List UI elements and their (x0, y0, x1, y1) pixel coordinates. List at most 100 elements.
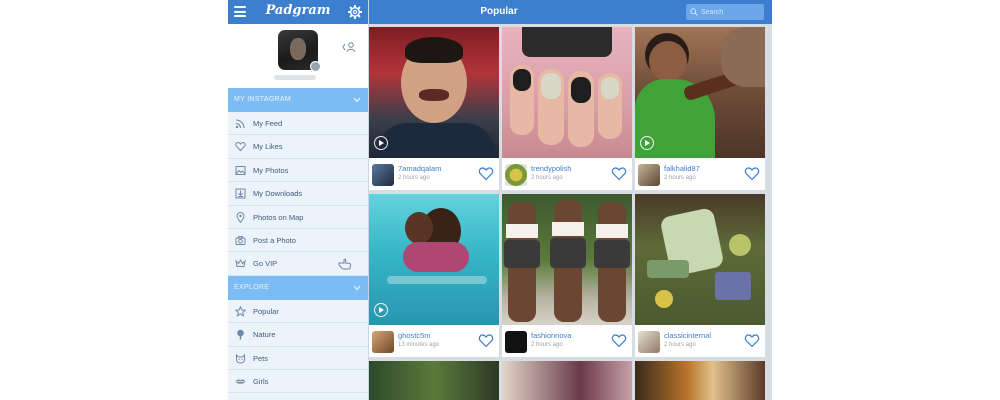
photo-thumbnail[interactable] (369, 27, 499, 158)
user-avatar[interactable] (505, 164, 527, 186)
cat-icon (236, 353, 245, 364)
sidebar-item-my-likes[interactable]: My Likes (228, 135, 368, 159)
star-icon (235, 305, 246, 317)
sidebar-item-label: Go VIP (253, 259, 278, 269)
photo-card (369, 361, 499, 400)
sidebar-item-go-vip[interactable]: Go VIP (228, 252, 368, 276)
post-time: 13 minutes ago (398, 342, 440, 348)
username-link[interactable]: ghostc5m (398, 331, 431, 340)
username-link[interactable]: fashionnova (531, 331, 571, 340)
post-meta: classicinternal 2 hours ago (635, 325, 765, 357)
user-avatar[interactable] (372, 164, 394, 186)
user-avatar[interactable] (372, 331, 394, 353)
section-header-my-instagram[interactable]: MY INSTAGRAM (228, 88, 368, 112)
search-input[interactable] (701, 4, 761, 20)
video-play-icon (374, 136, 388, 150)
photo-card: classicinternal 2 hours ago (635, 194, 765, 357)
sidebar-header: Padgram (228, 0, 368, 24)
gear-icon[interactable] (348, 5, 362, 19)
like-heart-icon[interactable] (478, 333, 494, 348)
user-avatar[interactable] (638, 164, 660, 186)
sidebar-item-my-downloads[interactable]: My Downloads (228, 182, 368, 206)
photo-thumbnail[interactable] (502, 361, 632, 400)
sidebar-item-my-photos[interactable]: My Photos (228, 159, 368, 183)
pointing-hand-icon (338, 258, 352, 270)
padgram-app: Padgram MY INSTAGRAM My Feed My Likes My… (228, 0, 772, 400)
search-icon (690, 8, 698, 16)
post-time: 2 hours ago (531, 175, 563, 181)
username-link[interactable]: falkhalid87 (664, 164, 700, 173)
like-heart-icon[interactable] (611, 166, 627, 181)
sidebar-item-label: Girls (253, 376, 269, 386)
like-heart-icon[interactable] (744, 333, 760, 348)
photo-card: ghostc5m 13 minutes ago (369, 194, 499, 357)
app-brand: Padgram (265, 3, 331, 18)
rss-icon (235, 119, 245, 129)
photo-card (635, 361, 765, 400)
video-play-icon (640, 136, 654, 150)
search-box[interactable] (686, 4, 764, 20)
username-link[interactable]: classicinternal (664, 331, 711, 340)
sidebar-item-my-feed[interactable]: My Feed (228, 112, 368, 136)
camera-icon (235, 236, 246, 245)
video-play-icon (374, 303, 388, 317)
section-header-explore[interactable]: EXPLORE (228, 275, 368, 300)
photo-card (502, 361, 632, 400)
post-time: 2 hours ago (398, 175, 430, 181)
photo-thumbnail[interactable] (635, 27, 765, 158)
like-heart-icon[interactable] (611, 333, 627, 348)
user-avatar[interactable] (638, 331, 660, 353)
photo-card: fashionnova 2 hours ago (502, 194, 632, 357)
main-content: Popular 7amadqalam 2 hours ago (369, 0, 772, 400)
photo-thumbnail[interactable] (635, 361, 765, 400)
lips-icon (235, 379, 246, 384)
image-icon (235, 165, 246, 175)
sidebar-item-nature[interactable]: Nature (228, 323, 368, 347)
switch-user-icon[interactable] (342, 41, 360, 53)
user-avatar[interactable] (505, 331, 527, 353)
download-icon (235, 188, 246, 199)
sidebar-item-label: My Downloads (253, 189, 303, 199)
like-heart-icon[interactable] (744, 166, 760, 181)
photo-card: trendypolish 2 hours ago (502, 27, 632, 190)
photo-thumbnail[interactable] (502, 27, 632, 158)
post-time: 2 hours ago (664, 342, 696, 348)
photo-thumbnail[interactable] (502, 194, 632, 325)
sidebar-item-post-a-photo[interactable]: Post a Photo (228, 229, 368, 253)
photo-card: falkhalid87 2 hours ago (635, 27, 765, 190)
sidebar-item-photos-on-map[interactable]: Photos on Map (228, 206, 368, 229)
photo-thumbnail[interactable] (369, 361, 499, 400)
photo-thumbnail[interactable] (369, 194, 499, 325)
sidebar-item-label: My Likes (253, 142, 283, 152)
sidebar-item-label: Pets (253, 353, 269, 363)
sidebar-item-label: Nature (253, 330, 276, 340)
post-meta: ghostc5m 13 minutes ago (369, 325, 499, 357)
sidebar-item-label: Post a Photo (253, 235, 296, 245)
post-meta: 7amadqalam 2 hours ago (369, 158, 499, 190)
tree-icon (237, 329, 244, 340)
sidebar-item-girls[interactable]: Girls (228, 370, 368, 394)
sidebar: Padgram MY INSTAGRAM My Feed My Likes My… (228, 0, 369, 400)
sidebar-item-label: Photos on Map (253, 212, 304, 222)
photo-thumbnail[interactable] (635, 194, 765, 325)
sidebar-item-popular[interactable]: Popular (228, 300, 368, 324)
sidebar-item-pets[interactable]: Pets (228, 347, 368, 370)
username-link[interactable]: trendypolish (531, 164, 571, 173)
section-title: MY INSTAGRAM (234, 96, 292, 103)
avatar-badge-icon (310, 61, 321, 72)
sidebar-item-label: Popular (253, 306, 279, 316)
post-meta: trendypolish 2 hours ago (502, 158, 632, 190)
crown-icon (235, 259, 246, 268)
top-bar: Popular (369, 0, 772, 24)
chevron-down-icon (353, 97, 361, 103)
post-time: 2 hours ago (531, 342, 563, 348)
username-link[interactable]: 7amadqalam (398, 164, 441, 173)
like-heart-icon[interactable] (478, 166, 494, 181)
photo-card: 7amadqalam 2 hours ago (369, 27, 499, 190)
chevron-down-icon (353, 285, 361, 291)
profile-panel (228, 24, 368, 88)
post-meta: fashionnova 2 hours ago (502, 325, 632, 357)
heart-icon (235, 142, 246, 152)
page-title: Popular (480, 6, 518, 17)
section-title: EXPLORE (234, 283, 270, 291)
